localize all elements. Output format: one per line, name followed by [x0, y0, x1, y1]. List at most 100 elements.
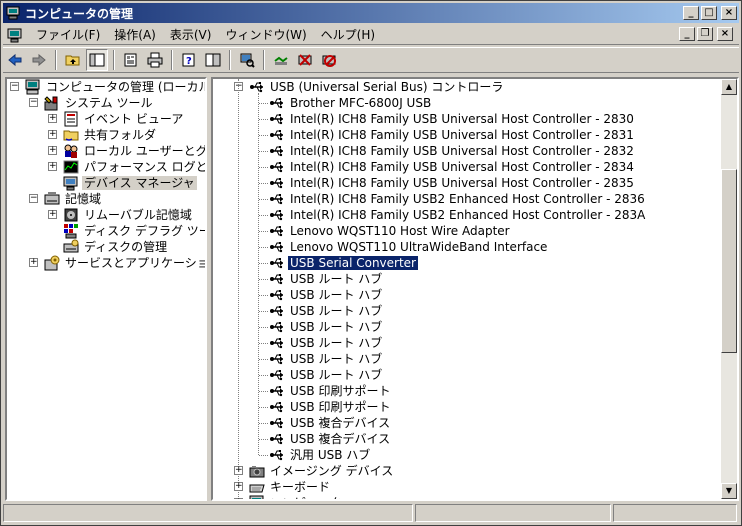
device-item[interactable]: Brother MFC-6800J USB: [269, 95, 433, 111]
collapse-toggle[interactable]: −: [29, 98, 38, 107]
console-tree-pane[interactable]: コンピュータの管理 (ローカル) − システム ツール − イベント ビューア + 共有フォ…: [5, 77, 207, 501]
device-item[interactable]: Intel(R) ICH8 Family USB2 Enhanced Host …: [269, 207, 647, 223]
close-button[interactable]: ×: [721, 6, 737, 20]
device-item[interactable]: Intel(R) ICH8 Family USB Universal Host …: [269, 127, 636, 143]
console-menu-icon[interactable]: [7, 26, 25, 44]
device-item[interactable]: USB 印刷サポート: [269, 383, 392, 399]
expand-toggle[interactable]: +: [29, 258, 38, 267]
menu-view[interactable]: 表示(V): [163, 26, 219, 43]
tree-node[interactable]: サービスとアプリケーション: [44, 255, 205, 271]
usb-controller-icon: [269, 127, 285, 143]
device-item[interactable]: USB 複合デバイス: [269, 415, 392, 431]
expand-toggle[interactable]: +: [48, 210, 57, 219]
tree-node[interactable]: システム ツール: [44, 95, 154, 111]
menu-help[interactable]: ヘルプ(H): [314, 26, 382, 43]
device-item[interactable]: Intel(R) ICH8 Family USB Universal Host …: [269, 143, 636, 159]
menu-action[interactable]: 操作(A): [107, 26, 163, 43]
device-category[interactable]: コンピュータ: [249, 495, 344, 499]
mdi-minimize-button[interactable]: _: [679, 27, 695, 41]
menu-window[interactable]: ウィンドウ(W): [218, 26, 313, 43]
expand-toggle[interactable]: +: [234, 482, 243, 491]
tree-node[interactable]: ディスクの管理: [63, 239, 169, 255]
tree-line: [259, 343, 268, 344]
tree-line: [259, 103, 268, 104]
scan-hardware-icon[interactable]: [236, 49, 258, 71]
tree-node[interactable]: パフォーマンス ログと警告: [63, 159, 205, 175]
device-manager-icon: [63, 175, 79, 191]
disable-device-icon[interactable]: [294, 49, 316, 71]
up-folder-icon[interactable]: [62, 49, 84, 71]
tree-line: [259, 151, 268, 152]
device-category[interactable]: キーボード: [249, 479, 332, 495]
tree-node[interactable]: イベント ビューア: [63, 111, 185, 127]
device-label: USB ルート ハブ: [290, 336, 383, 350]
usb-controller-icon: [269, 335, 285, 351]
device-item[interactable]: USB 印刷サポート: [269, 399, 392, 415]
storage-icon: [44, 191, 60, 207]
device-category[interactable]: イメージング デバイス: [249, 463, 395, 479]
help-icon[interactable]: ?: [178, 49, 200, 71]
vertical-scrollbar[interactable]: ▲ ▼: [721, 79, 737, 499]
device-item[interactable]: USB ルート ハブ: [269, 335, 384, 351]
uninstall-device-icon[interactable]: [318, 49, 340, 71]
device-item[interactable]: Intel(R) ICH8 Family USB Universal Host …: [269, 175, 636, 191]
mdi-close-button[interactable]: ×: [717, 27, 733, 41]
device-label: USB ルート ハブ: [290, 288, 383, 302]
device-item[interactable]: USB ルート ハブ: [269, 319, 384, 335]
tree-node[interactable]: 記憶域: [44, 191, 103, 207]
defrag-icon: [63, 223, 79, 239]
toolbar-separator: [55, 50, 57, 70]
device-item[interactable]: USB 複合デバイス: [269, 431, 392, 447]
menu-file[interactable]: ファイル(F): [29, 26, 107, 43]
collapse-toggle[interactable]: −: [10, 82, 19, 91]
device-item[interactable]: USB ルート ハブ: [269, 351, 384, 367]
scroll-up-button[interactable]: ▲: [721, 79, 737, 95]
device-item[interactable]: USB ルート ハブ: [269, 367, 384, 383]
tree-node[interactable]: ディスク デフラグ ツール: [63, 223, 205, 239]
forward-arrow-icon[interactable]: [28, 49, 50, 71]
expand-toggle[interactable]: +: [234, 498, 243, 499]
show-tree-icon[interactable]: [86, 49, 108, 71]
maximize-button[interactable]: □: [701, 6, 717, 20]
properties-icon[interactable]: [120, 49, 142, 71]
device-item[interactable]: USB Serial Converter: [269, 255, 419, 271]
tree-node[interactable]: デバイス マネージャ: [63, 175, 197, 191]
device-item[interactable]: Intel(R) ICH8 Family USB2 Enhanced Host …: [269, 191, 647, 207]
expand-toggle[interactable]: +: [48, 162, 57, 171]
device-list-pane[interactable]: ▲ ▼ − USB (Universal Serial Bus) コントローラ Br…: [211, 77, 739, 501]
title-bar[interactable]: コンピュータの管理 _ □ ×: [3, 3, 739, 23]
device-item[interactable]: USB ルート ハブ: [269, 271, 384, 287]
device-item[interactable]: USB ルート ハブ: [269, 303, 384, 319]
tree-node[interactable]: ローカル ユーザーとグループ: [63, 143, 205, 159]
minimize-button[interactable]: _: [683, 6, 699, 20]
device-item[interactable]: Intel(R) ICH8 Family USB Universal Host …: [269, 111, 636, 127]
tree-node[interactable]: コンピュータの管理 (ローカル): [25, 79, 205, 95]
tree-node[interactable]: 共有フォルダ: [63, 127, 158, 143]
device-category[interactable]: USB (Universal Serial Bus) コントローラ: [249, 79, 505, 95]
tree-node-label: リムーバブル記憶域: [84, 208, 192, 222]
scroll-thumb[interactable]: [721, 169, 737, 353]
mdi-restore-button[interactable]: ❐: [697, 27, 713, 41]
scroll-down-button[interactable]: ▼: [721, 483, 737, 499]
back-arrow-icon[interactable]: [4, 49, 26, 71]
device-item[interactable]: 汎用 USB ハブ: [269, 447, 372, 463]
console-icon[interactable]: [202, 49, 224, 71]
update-driver-icon[interactable]: [270, 49, 292, 71]
usb-controller-icon: [269, 287, 285, 303]
tree-node-label: 共有フォルダ: [84, 128, 157, 142]
device-item[interactable]: Intel(R) ICH8 Family USB Universal Host …: [269, 159, 636, 175]
device-item[interactable]: Lenovo WQST110 Host Wire Adapter: [269, 223, 512, 239]
device-label: USB ルート ハブ: [290, 272, 383, 286]
tree-node[interactable]: リムーバブル記憶域: [63, 207, 194, 223]
toolbar-separator: [171, 50, 173, 70]
tree-line: [259, 247, 268, 248]
device-item[interactable]: Lenovo WQST110 UltraWideBand Interface: [269, 239, 549, 255]
expand-toggle[interactable]: +: [48, 114, 57, 123]
collapse-toggle[interactable]: −: [29, 194, 38, 203]
device-item[interactable]: USB ルート ハブ: [269, 287, 384, 303]
tree-line: [259, 439, 268, 440]
expand-toggle[interactable]: +: [48, 146, 57, 155]
expand-toggle[interactable]: +: [48, 130, 57, 139]
expand-toggle[interactable]: +: [234, 466, 243, 475]
print-icon[interactable]: [144, 49, 166, 71]
